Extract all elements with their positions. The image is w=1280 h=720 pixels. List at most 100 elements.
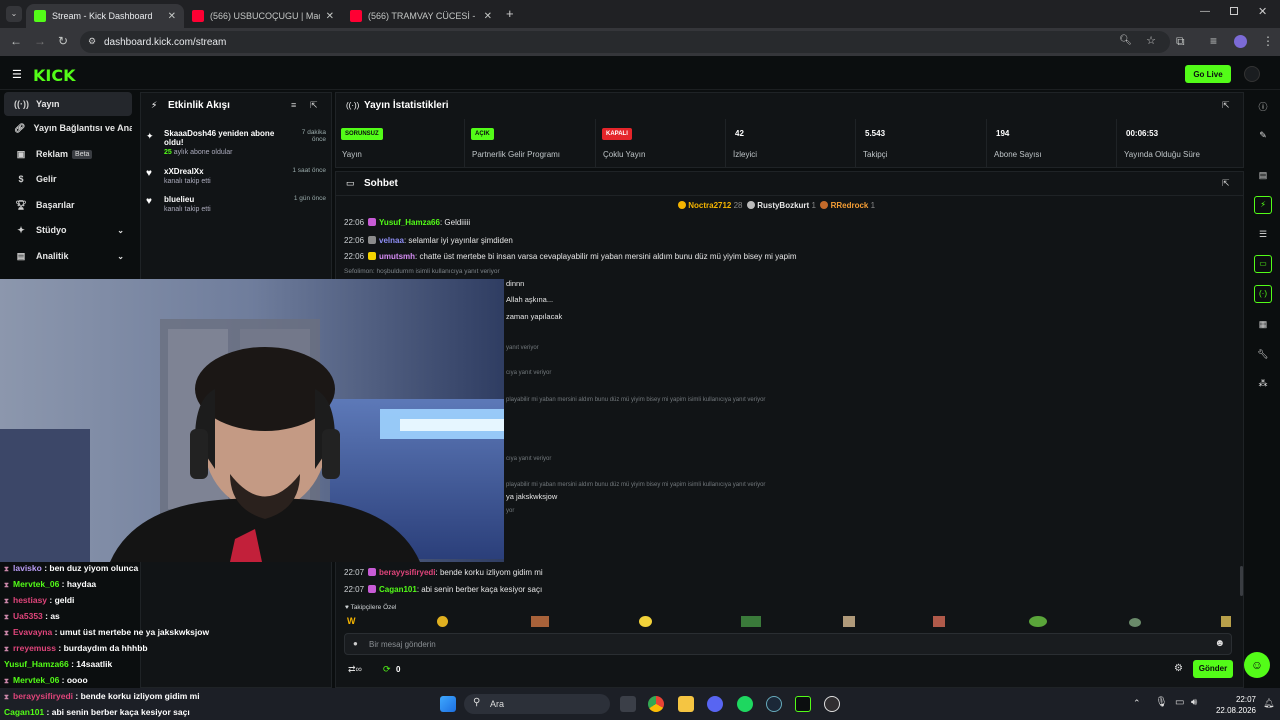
emote-icon[interactable] xyxy=(1221,616,1231,627)
reload-icon[interactable]: ↻ xyxy=(58,34,68,48)
tab-list-icon[interactable]: ⌄ xyxy=(6,6,22,22)
sidebar-item-basarilar[interactable]: 🏆︎ Başarılar xyxy=(4,193,132,217)
menu-kebab-icon[interactable]: ⋮ xyxy=(1262,34,1274,48)
badge-icon: ⧗ xyxy=(4,614,9,621)
emote-icon[interactable] xyxy=(437,616,448,627)
sidebar-item-yayin[interactable]: ((·)) Yayın xyxy=(4,92,132,116)
emote-icon[interactable] xyxy=(531,616,549,627)
server-icon[interactable]: ▦ xyxy=(1256,319,1270,333)
kick-app-icon[interactable] xyxy=(795,696,811,712)
site-info-icon[interactable]: ⚙ xyxy=(88,36,96,47)
msg-user[interactable]: berayysifiryedi xyxy=(379,568,435,577)
sidebar-item-gelir[interactable]: $ Gelir xyxy=(4,167,132,191)
sidebar-item-stream-key[interactable]: 🔗︎ Yayın Bağlantısı ve Anahtarı xyxy=(4,116,132,140)
chat-input[interactable]: ● Bir mesaj gönderin ☻ xyxy=(344,633,1232,655)
address-bar[interactable]: ⚙ dashboard.kick.com/stream 🔍︎ ☆ xyxy=(80,31,1170,53)
chat-settings-icon[interactable]: ● xyxy=(353,639,358,648)
go-live-button[interactable]: Go Live xyxy=(1185,65,1231,83)
microphone-icon[interactable]: 🎙︎ xyxy=(1155,697,1168,708)
wrench-icon[interactable]: 🔧︎ xyxy=(1256,349,1270,363)
stat-label: Yayın xyxy=(342,150,362,159)
chat-icon[interactable]: ▭ xyxy=(1254,255,1272,273)
close-icon[interactable]: ✕ xyxy=(484,11,492,22)
media-icon[interactable]: ≡ xyxy=(1210,34,1217,48)
close-icon[interactable]: ✕ xyxy=(326,11,334,22)
windows-start-icon[interactable] xyxy=(440,696,456,712)
bookmark-star-icon[interactable]: ☆ xyxy=(1146,34,1156,47)
chat-scrollbar[interactable] xyxy=(1240,566,1243,596)
notification-bell-icon[interactable]: 🔔︎ xyxy=(1263,698,1274,709)
gifter-name: RRedrock xyxy=(830,201,869,210)
popout-icon[interactable]: ⇱ xyxy=(1222,178,1230,189)
tab-youtube-1[interactable]: (566) USBUCOÇUGU | Madara ✕ xyxy=(184,4,342,28)
emote-icon[interactable] xyxy=(1029,616,1047,627)
sidebar-item-studyo[interactable]: ✦ Stüdyo ⌄ xyxy=(4,218,132,242)
hamburger-menu-icon[interactable]: ☰ xyxy=(12,68,22,81)
emote-icon[interactable] xyxy=(639,616,652,627)
tray-chevron-icon[interactable]: ⌃ xyxy=(1133,698,1141,709)
back-icon[interactable]: ← xyxy=(10,34,22,48)
obs-icon[interactable] xyxy=(824,696,840,712)
layout-icon[interactable]: ▤ xyxy=(1256,170,1270,184)
emote-icon[interactable] xyxy=(933,616,945,627)
emote-icon[interactable] xyxy=(1129,618,1141,627)
msg-text: : Geldiiiii xyxy=(439,218,471,227)
msg-user[interactable]: Yusuf_Hamza66 xyxy=(379,218,440,227)
link-icon: 🔗︎ xyxy=(14,122,26,133)
msg-user[interactable]: velnaa xyxy=(379,236,404,245)
sidebar-item-reklam[interactable]: ▣ Reklam Beta xyxy=(4,142,132,166)
close-window-icon[interactable]: ✕ xyxy=(1258,5,1267,18)
help-chat-fab[interactable]: ☺ xyxy=(1244,652,1270,678)
new-tab-icon[interactable]: + xyxy=(506,6,514,21)
emote-icon[interactable] xyxy=(843,616,855,627)
stat-label: İzleyici xyxy=(733,150,758,159)
stat-value: 42 xyxy=(735,129,744,138)
popout-icon[interactable]: ⇱ xyxy=(310,100,318,111)
network-icon[interactable]: ▭ xyxy=(1175,697,1184,708)
list-icon[interactable]: ☰ xyxy=(1256,229,1270,243)
msg-time: 22:06 xyxy=(344,218,365,227)
emote-w-icon[interactable]: W xyxy=(347,616,356,626)
kick-logo[interactable]: KICK xyxy=(33,66,76,85)
share-icon[interactable]: ⁂ xyxy=(1256,378,1270,392)
send-button[interactable]: Gönder xyxy=(1193,660,1233,678)
msg-user[interactable]: umutsmh xyxy=(379,252,415,261)
forward-icon[interactable]: → xyxy=(34,34,46,48)
file-explorer-icon[interactable] xyxy=(678,696,694,712)
sidebar-item-analitik[interactable]: ▤ Analitik ⌄ xyxy=(4,244,132,268)
share-link-icon[interactable]: ⇄∞ xyxy=(348,664,362,675)
emote-icon[interactable] xyxy=(741,616,761,627)
msg-time: 22:06 xyxy=(344,252,365,261)
broadcast-icon[interactable]: (·) xyxy=(1254,285,1272,303)
minimize-icon[interactable]: — xyxy=(1200,6,1210,17)
close-icon[interactable]: ✕ xyxy=(168,11,176,22)
info-icon[interactable]: ⓘ xyxy=(1256,100,1270,114)
steam-icon[interactable] xyxy=(766,696,782,712)
msg-user[interactable]: Cagan101 xyxy=(379,585,417,594)
edit-icon[interactable]: ✎ xyxy=(1256,130,1270,144)
overlay-chat-line: ⧗ Evavayna : umut üst mertebe ne ya jaksk… xyxy=(4,627,209,638)
volume-icon[interactable]: 🔊︎ xyxy=(1191,697,1197,708)
profile-avatar[interactable] xyxy=(1234,35,1247,48)
spotify-icon[interactable] xyxy=(737,696,753,712)
activity-time: 1 saat önce xyxy=(292,167,326,174)
filter-icon[interactable]: ≡ xyxy=(291,100,296,110)
zoom-icon[interactable]: 🔍︎ xyxy=(1119,35,1132,46)
emoji-icon[interactable]: ☻ xyxy=(1214,638,1225,649)
chrome-icon[interactable] xyxy=(648,696,664,712)
lightning-icon[interactable]: ⚡︎ xyxy=(1254,196,1272,214)
user-avatar[interactable] xyxy=(1244,66,1260,82)
trophy-icon: 🏆︎ xyxy=(15,199,27,210)
chat-message: 22:06 Yusuf_Hamza66: Geldiiiii xyxy=(344,218,470,227)
chat-gear-icon[interactable]: ⚙ xyxy=(1174,663,1183,674)
popout-icon[interactable]: ⇱ xyxy=(1222,100,1230,111)
taskbar-search[interactable]: ⚲ Ara xyxy=(464,694,610,714)
taskbar-clock[interactable]: 22:07 22.08.2026 xyxy=(1208,694,1256,716)
extensions-icon[interactable]: ⧉ xyxy=(1176,34,1185,49)
discord-icon[interactable] xyxy=(707,696,723,712)
sub-badge-icon xyxy=(368,585,377,593)
maximize-icon[interactable] xyxy=(1230,7,1238,15)
task-view-icon[interactable] xyxy=(620,696,636,712)
tab-kick-dashboard[interactable]: Stream - Kick Dashboard ✕ xyxy=(26,4,184,28)
tab-youtube-2[interactable]: (566) TRAMVAY CÜCESİ - YouT ✕ xyxy=(342,4,500,28)
